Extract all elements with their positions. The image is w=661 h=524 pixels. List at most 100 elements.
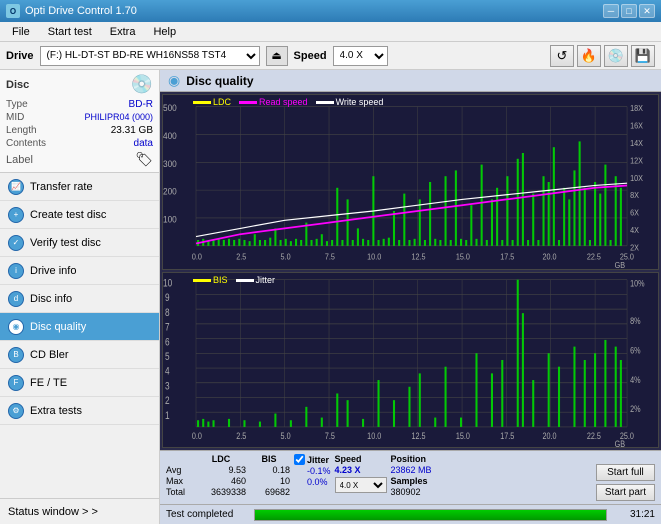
svg-text:22.5: 22.5 bbox=[587, 252, 601, 262]
disc-label-key: Label bbox=[6, 154, 33, 166]
jitter-checkbox[interactable] bbox=[294, 454, 305, 465]
menu-start-test[interactable]: Start test bbox=[40, 25, 100, 39]
disc-length-row: Length 23.31 GB bbox=[6, 125, 153, 136]
legend-bis: BIS bbox=[193, 275, 228, 285]
save-button[interactable]: 💾 bbox=[631, 45, 655, 67]
svg-text:4: 4 bbox=[165, 366, 170, 378]
burn-button[interactable]: 🔥 bbox=[577, 45, 601, 67]
legend-write-speed: Write speed bbox=[316, 97, 384, 107]
menu-file[interactable]: File bbox=[4, 25, 38, 39]
charts-container: LDC Read speed Write speed bbox=[160, 92, 661, 450]
svg-text:6X: 6X bbox=[630, 208, 639, 218]
nav-label-disc-quality: Disc quality bbox=[30, 321, 86, 333]
sidebar-item-extra-tests[interactable]: ⚙ Extra tests bbox=[0, 397, 159, 425]
disc-length-value: 23.31 GB bbox=[111, 125, 153, 136]
start-part-button[interactable]: Start part bbox=[596, 484, 655, 501]
nav-label-fe-te: FE / TE bbox=[30, 377, 67, 389]
legend-jitter: Jitter bbox=[236, 275, 276, 285]
svg-text:500: 500 bbox=[163, 103, 177, 114]
sidebar-item-disc-quality[interactable]: ◉ Disc quality bbox=[0, 313, 159, 341]
start-full-button[interactable]: Start full bbox=[596, 464, 655, 481]
disc-type-row: Type BD-R bbox=[6, 99, 153, 110]
svg-text:7: 7 bbox=[165, 322, 170, 334]
drive-bar: Drive (F:) HL-DT-ST BD-RE WH16NS58 TST4 … bbox=[0, 42, 661, 70]
nav-icon-disc-info: d bbox=[8, 291, 24, 307]
sidebar-item-disc-info[interactable]: d Disc info bbox=[0, 285, 159, 313]
disc-button[interactable]: 💿 bbox=[604, 45, 628, 67]
stats-total-ldc: 3639338 bbox=[196, 487, 246, 497]
speed-value: 4.23 X bbox=[335, 465, 387, 475]
test-buttons: Start full Start part bbox=[596, 454, 655, 501]
disc-type-label: Type bbox=[6, 99, 28, 110]
jitter-max-val: 0.0% bbox=[294, 477, 331, 487]
stats-avg-label: Avg bbox=[166, 465, 194, 475]
bottom-status-bar: Test completed 31:21 bbox=[160, 504, 661, 524]
nav-label-create-test-disc: Create test disc bbox=[30, 209, 106, 221]
speed-select[interactable]: 4.0 X Max 2.0 X bbox=[333, 46, 388, 66]
sidebar-item-create-test-disc[interactable]: + Create test disc bbox=[0, 201, 159, 229]
refresh-button[interactable]: ↺ bbox=[550, 45, 574, 67]
speed-section: Speed 4.23 X 4.0 X Max bbox=[335, 454, 387, 493]
svg-text:3: 3 bbox=[165, 380, 170, 392]
nav-icon-disc-quality: ◉ bbox=[8, 319, 24, 335]
close-button[interactable]: ✕ bbox=[639, 4, 655, 18]
stats-avg-bis: 0.18 bbox=[248, 465, 290, 475]
svg-text:6%: 6% bbox=[630, 344, 641, 355]
stats-bis-header: BIS bbox=[248, 454, 290, 464]
sidebar-item-drive-info[interactable]: i Drive info bbox=[0, 257, 159, 285]
maximize-button[interactable]: □ bbox=[621, 4, 637, 18]
nav-icon-drive-info: i bbox=[8, 263, 24, 279]
stats-total-row: Total 3639338 69682 bbox=[166, 487, 290, 497]
stats-max-row: Max 460 10 bbox=[166, 476, 290, 486]
stats-total-label: Total bbox=[166, 487, 194, 497]
menu-extra[interactable]: Extra bbox=[102, 25, 144, 39]
svg-text:8X: 8X bbox=[630, 191, 639, 201]
disc-icon: 💿 bbox=[131, 74, 153, 95]
label-icon[interactable]: 🏷 bbox=[135, 151, 153, 168]
eject-button[interactable]: ⏏ bbox=[266, 46, 288, 66]
nav-icon-create-test-disc: + bbox=[8, 207, 24, 223]
status-window-button[interactable]: Status window > > bbox=[0, 498, 159, 524]
ldc-bis-table: LDC BIS Avg 9.53 0.18 Max 460 10 Total 3… bbox=[166, 454, 290, 497]
main-layout: Disc 💿 Type BD-R MID PHILIPR04 (000) Len… bbox=[0, 70, 661, 524]
content-area: ◉ Disc quality LDC Read speed bbox=[160, 70, 661, 524]
nav-items: 📈 Transfer rate + Create test disc ✓ Ver… bbox=[0, 173, 159, 498]
disc-mid-label: MID bbox=[6, 112, 24, 123]
svg-text:2.5: 2.5 bbox=[236, 430, 246, 441]
title-bar-left: O Opti Drive Control 1.70 bbox=[6, 4, 137, 18]
svg-text:1: 1 bbox=[165, 410, 170, 422]
disc-contents-value: data bbox=[134, 138, 153, 149]
disc-mid-value: PHILIPR04 (000) bbox=[84, 112, 153, 123]
sidebar-item-verify-test-disc[interactable]: ✓ Verify test disc bbox=[0, 229, 159, 257]
sidebar: Disc 💿 Type BD-R MID PHILIPR04 (000) Len… bbox=[0, 70, 160, 524]
svg-text:17.5: 17.5 bbox=[500, 430, 514, 441]
nav-icon-fe-te: F bbox=[8, 375, 24, 391]
menu-help[interactable]: Help bbox=[145, 25, 184, 39]
svg-text:2X: 2X bbox=[630, 243, 639, 253]
svg-text:17.5: 17.5 bbox=[500, 252, 514, 262]
disc-panel-header: Disc 💿 bbox=[6, 74, 153, 95]
svg-text:GB: GB bbox=[615, 438, 626, 447]
chart1-legend: LDC Read speed Write speed bbox=[193, 97, 383, 107]
svg-text:12.5: 12.5 bbox=[412, 430, 426, 441]
nav-label-disc-info: Disc info bbox=[30, 293, 72, 305]
svg-text:10: 10 bbox=[163, 277, 172, 289]
nav-label-cd-bler: CD Bler bbox=[30, 349, 69, 361]
position-section: Position 23862 MB Samples 380902 bbox=[391, 454, 432, 497]
svg-text:10%: 10% bbox=[630, 277, 645, 288]
speed-select-stats[interactable]: 4.0 X Max bbox=[335, 477, 387, 493]
svg-text:12.5: 12.5 bbox=[412, 252, 426, 262]
sidebar-item-cd-bler[interactable]: B CD Bler bbox=[0, 341, 159, 369]
stats-max-bis: 10 bbox=[248, 476, 290, 486]
legend-ldc: LDC bbox=[193, 97, 231, 107]
disc-panel-title: Disc bbox=[6, 79, 29, 91]
sidebar-item-fe-te[interactable]: F FE / TE bbox=[0, 369, 159, 397]
sidebar-item-transfer-rate[interactable]: 📈 Transfer rate bbox=[0, 173, 159, 201]
progress-bar-container bbox=[254, 509, 607, 521]
drive-select[interactable]: (F:) HL-DT-ST BD-RE WH16NS58 TST4 bbox=[40, 46, 260, 66]
title-bar-controls: ─ □ ✕ bbox=[603, 4, 655, 18]
svg-text:0.0: 0.0 bbox=[192, 430, 202, 441]
minimize-button[interactable]: ─ bbox=[603, 4, 619, 18]
svg-text:400: 400 bbox=[163, 131, 177, 142]
svg-text:GB: GB bbox=[615, 260, 625, 269]
